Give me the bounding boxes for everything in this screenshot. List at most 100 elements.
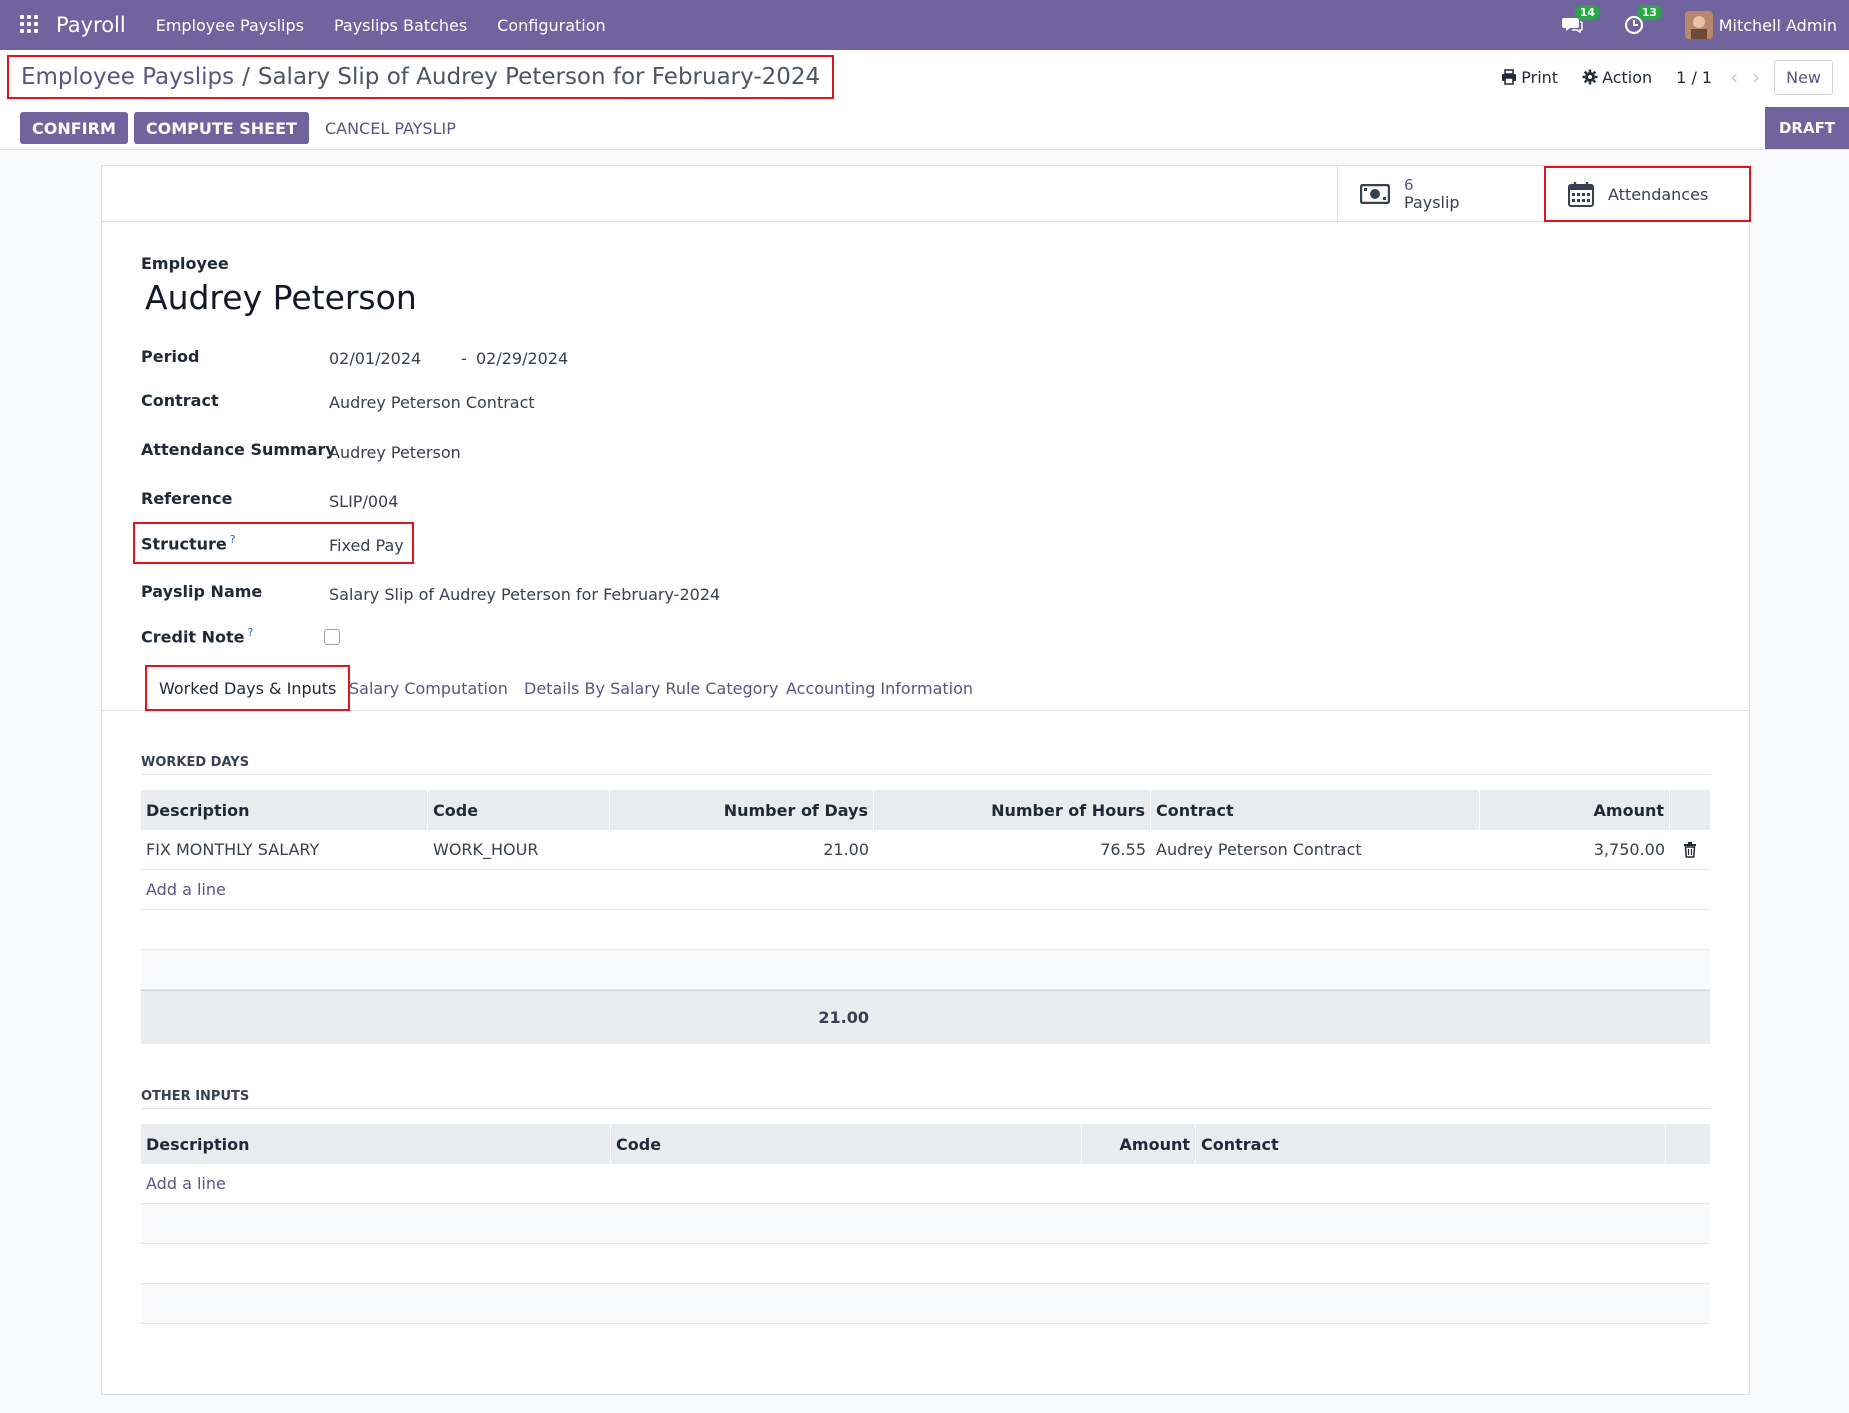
tab-accounting-information[interactable]: Accounting Information: [786, 665, 973, 711]
add-line-button[interactable]: Add a line: [141, 870, 231, 909]
messages-icon[interactable]: 14: [1561, 5, 1601, 36]
breadcrumb-current: Salary Slip of Audrey Peterson for Febru…: [257, 64, 821, 90]
activities-clock-icon[interactable]: 13: [1623, 5, 1663, 36]
breadcrumb-parent-link[interactable]: Employee Payslips: [21, 64, 234, 90]
print-icon: [1502, 69, 1517, 85]
worked-days-header: Description Code Number of Days Number o…: [141, 790, 1710, 830]
cell-amount[interactable]: 3,750.00: [1480, 830, 1670, 869]
col-description[interactable]: Description: [141, 1124, 611, 1164]
confirm-button[interactable]: CONFIRM: [20, 112, 128, 144]
activities-count-badge: 13: [1636, 5, 1663, 20]
menu-employee-payslips[interactable]: Employee Payslips: [156, 16, 304, 35]
cell-description[interactable]: FIX MONTHLY SALARY: [141, 830, 428, 869]
tab-worked-days-inputs[interactable]: Worked Days & Inputs: [145, 665, 351, 711]
trash-icon[interactable]: [1670, 830, 1710, 869]
top-navbar: Payroll Employee Payslips Payslips Batch…: [0, 0, 1849, 50]
period-label: Period: [141, 347, 200, 366]
cell-contract[interactable]: Audrey Peterson Contract: [1151, 830, 1480, 869]
user-avatar[interactable]: [1684, 11, 1713, 39]
reference-field[interactable]: SLIP/004: [329, 492, 398, 511]
user-name[interactable]: Mitchell Admin: [1719, 16, 1837, 35]
attendance-summary-label: Attendance Summary: [141, 440, 336, 459]
other-inputs-header: Description Code Amount Contract: [141, 1124, 1710, 1164]
money-icon: [1360, 184, 1390, 204]
payslip-smart-button[interactable]: 6 Payslip: [1337, 166, 1543, 222]
credit-note-help-icon[interactable]: ?: [248, 626, 254, 639]
add-line-row: Add a line: [141, 870, 1710, 910]
structure-help-icon[interactable]: ?: [230, 533, 236, 546]
apps-menu-icon[interactable]: [20, 15, 40, 35]
cell-days[interactable]: 21.00: [610, 830, 874, 869]
empty-row: [141, 1284, 1710, 1324]
period-to-field[interactable]: 02/29/2024: [476, 349, 568, 368]
menu-configuration[interactable]: Configuration: [497, 16, 606, 35]
structure-field[interactable]: Fixed Pay: [329, 536, 404, 555]
col-number-of-days[interactable]: Number of Days: [610, 790, 874, 830]
empty-row: [141, 910, 1710, 950]
empty-row: [141, 950, 1710, 990]
empty-row: [141, 1244, 1710, 1284]
col-actions: [1670, 790, 1710, 830]
print-button[interactable]: Print: [1501, 68, 1558, 87]
employee-name[interactable]: Audrey Peterson: [145, 278, 417, 317]
cancel-payslip-button[interactable]: CANCEL PAYSLIP: [325, 119, 456, 138]
col-contract[interactable]: Contract: [1196, 1124, 1666, 1164]
payslip-name-label: Payslip Name: [141, 582, 263, 601]
attendance-summary-field[interactable]: Audrey Peterson: [329, 443, 461, 462]
other-inputs-title: OTHER INPUTS: [141, 1089, 1710, 1109]
worked-days-table: Description Code Number of Days Number o…: [141, 790, 1710, 1044]
tab-details-by-salary-rule-category[interactable]: Details By Salary Rule Category: [524, 665, 778, 711]
pager-previous-icon[interactable]: ‹: [1730, 65, 1738, 89]
col-code[interactable]: Code: [428, 790, 610, 830]
calendar-icon: [1568, 181, 1594, 207]
breadcrumb: Employee Payslips / Salary Slip of Audre…: [7, 55, 835, 99]
action-label: Action: [1602, 67, 1653, 87]
attendances-smart-button[interactable]: Attendances: [1544, 166, 1751, 222]
col-contract[interactable]: Contract: [1151, 790, 1480, 830]
contract-label: Contract: [141, 391, 219, 410]
col-amount[interactable]: Amount: [1082, 1124, 1196, 1164]
print-label: Print: [1521, 67, 1559, 87]
payslip-count: 6: [1404, 176, 1414, 194]
pager-value[interactable]: 1 / 1: [1676, 68, 1712, 87]
payslip-name-field[interactable]: Salary Slip of Audrey Peterson for Febru…: [329, 585, 720, 604]
control-panel: Employee Payslips / Salary Slip of Audre…: [0, 50, 1849, 150]
attendances-label: Attendances: [1608, 184, 1709, 204]
worked-days-title: WORKED DAYS: [141, 755, 1710, 775]
compute-sheet-button[interactable]: COMPUTE SHEET: [133, 112, 309, 144]
messages-count-badge: 14: [1574, 5, 1601, 20]
tab-salary-computation[interactable]: Salary Computation: [349, 665, 508, 711]
empty-row: [141, 1204, 1710, 1244]
smart-button-box: 6 Payslip Attendances: [102, 166, 1751, 222]
form-sheet: 6 Payslip Attendances Employee Audrey Pe…: [101, 165, 1751, 1395]
add-line-button[interactable]: Add a line: [141, 1164, 231, 1203]
pager-next-icon[interactable]: ›: [1752, 65, 1760, 89]
action-button[interactable]: Action: [1582, 68, 1652, 87]
other-inputs-table: Description Code Amount Contract Add a l…: [141, 1124, 1710, 1324]
col-code[interactable]: Code: [611, 1124, 1082, 1164]
contract-field[interactable]: Audrey Peterson Contract: [329, 393, 535, 412]
structure-label: Structure?: [141, 533, 236, 553]
credit-note-checkbox[interactable]: [324, 629, 340, 645]
period-from-field[interactable]: 02/01/2024: [329, 349, 421, 368]
period-dash: -: [461, 349, 467, 368]
new-button[interactable]: New: [1774, 59, 1833, 95]
app-name[interactable]: Payroll: [56, 13, 126, 37]
breadcrumb-separator: /: [242, 64, 250, 90]
col-description[interactable]: Description: [141, 790, 428, 830]
payslip-label: Payslip: [1404, 193, 1460, 212]
cell-code[interactable]: WORK_HOUR: [428, 830, 610, 869]
structure-label-text: Structure: [141, 534, 227, 554]
gear-icon: [1582, 69, 1598, 85]
table-row[interactable]: FIX MONTHLY SALARY WORK_HOUR 21.00 76.55…: [141, 830, 1710, 870]
reference-label: Reference: [141, 489, 233, 508]
footer-spacer: [141, 991, 610, 1044]
col-actions: [1666, 1124, 1710, 1164]
menu-payslips-batches[interactable]: Payslips Batches: [334, 16, 467, 35]
cell-hours[interactable]: 76.55: [874, 830, 1151, 869]
status-draft[interactable]: DRAFT: [1765, 107, 1849, 149]
col-number-of-hours[interactable]: Number of Hours: [874, 790, 1151, 830]
credit-note-label-text: Credit Note: [141, 627, 245, 647]
employee-label: Employee: [141, 254, 229, 273]
col-amount[interactable]: Amount: [1480, 790, 1670, 830]
